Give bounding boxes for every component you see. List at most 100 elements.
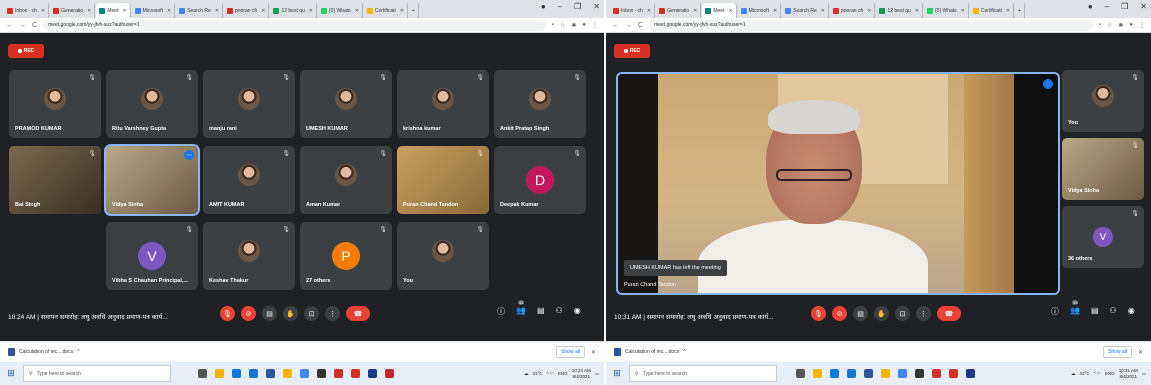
close-tab-icon[interactable]: ✕	[261, 8, 265, 14]
close-tab-icon[interactable]: ✕	[867, 8, 871, 14]
camera-off-button[interactable]: ⊘	[832, 306, 847, 321]
new-tab-button[interactable]: +	[1015, 3, 1025, 18]
more-options-button[interactable]: ⋮	[325, 306, 340, 321]
browser-tab[interactable]: pooran ch ✕	[224, 3, 270, 18]
bookmark-star-icon[interactable]: ☆	[1107, 22, 1112, 29]
edge-icon[interactable]	[232, 369, 241, 378]
raise-hand-button[interactable]: ✋	[874, 306, 889, 321]
camera-off-button[interactable]: ⊘	[241, 306, 256, 321]
participant-tile[interactable]: 🎙 UMESH KUMAR	[300, 70, 392, 138]
puzzle-icon[interactable]: ✱	[1118, 22, 1123, 29]
participant-tile[interactable]: 🎙 manju rani	[203, 70, 295, 138]
shield-icon[interactable]: ◉	[1128, 306, 1135, 317]
participant-tile[interactable]: 🎙 You	[1062, 70, 1144, 132]
close-tab-icon[interactable]: ✕	[122, 8, 126, 14]
participant-tile[interactable]: ⋯ Vidya Sinha	[104, 144, 200, 216]
taskbar-search[interactable]: ⚲ Type here to search	[23, 365, 171, 382]
notification-icon[interactable]: ▭	[1142, 371, 1146, 377]
app-icon[interactable]	[881, 369, 890, 378]
url-field[interactable]: meet.google.com/yy-jfvh-suz?authuser=1	[649, 19, 1093, 31]
weather-icon[interactable]: ☁	[1071, 371, 1076, 377]
restore-button[interactable]: ❐	[574, 2, 581, 11]
close-tab-icon[interactable]: ✕	[821, 8, 825, 14]
present-button[interactable]: ⊡	[304, 306, 319, 321]
app-icon[interactable]	[351, 369, 360, 378]
browser-tab[interactable]: Microsoft ✕	[132, 3, 176, 18]
close-window-button[interactable]: ✕	[1140, 2, 1147, 11]
participant-tile[interactable]: 🎙 Aman Kumar	[300, 146, 392, 214]
close-downloads-icon[interactable]: ✕	[591, 349, 596, 356]
info-icon[interactable]: ⓘ	[1051, 306, 1059, 317]
download-item[interactable]: Calculation of inc....docx ^	[614, 348, 686, 356]
browser-tab[interactable]: Meet ✕	[702, 3, 737, 18]
clock[interactable]: 10:24 AM 8/4/2021	[572, 368, 591, 380]
close-tab-icon[interactable]: ✕	[915, 8, 919, 14]
app-icon[interactable]	[334, 369, 343, 378]
close-tab-icon[interactable]: ✕	[1006, 8, 1010, 14]
mail-icon[interactable]	[249, 369, 258, 378]
close-tab-icon[interactable]: ✕	[400, 8, 404, 14]
browser-tab[interactable]: Generatio ✕	[656, 3, 702, 18]
close-tab-icon[interactable]: ✕	[215, 8, 219, 14]
close-tab-icon[interactable]: ✕	[728, 8, 732, 14]
task-view-icon[interactable]	[796, 369, 805, 378]
edge-icon[interactable]	[830, 369, 839, 378]
task-view-icon[interactable]	[198, 369, 207, 378]
participant-tile[interactable]: P 🎙 27 others	[300, 222, 392, 290]
extension-icon[interactable]: ▪	[1099, 22, 1101, 28]
speaker-video[interactable]: ⋮ UMESH KUMAR has left the meeting Puran…	[616, 72, 1060, 295]
browser-tab[interactable]: Search Re ✕	[176, 3, 223, 18]
notification-icon[interactable]: ▭	[595, 371, 599, 377]
app-icon[interactable]	[915, 369, 924, 378]
activities-icon[interactable]: ⚇	[1110, 306, 1117, 317]
network-icon[interactable]: ^ ⚐	[547, 371, 554, 377]
mic-off-button[interactable]: 🎙	[220, 306, 235, 321]
windows-start-icon[interactable]: ⊞	[610, 368, 624, 379]
leave-call-button[interactable]: ☎	[346, 306, 370, 321]
back-button[interactable]: ←	[6, 22, 13, 29]
close-downloads-icon[interactable]: ✕	[1138, 349, 1143, 356]
app-icon[interactable]	[949, 369, 958, 378]
download-item[interactable]: Calculation of inc....docx ^	[8, 348, 80, 356]
more-options-button[interactable]: ⋮	[916, 306, 931, 321]
chrome-icon[interactable]	[898, 369, 907, 378]
close-tab-icon[interactable]: ✕	[41, 8, 45, 14]
close-tab-icon[interactable]: ✕	[773, 8, 777, 14]
captions-button[interactable]: ▤	[853, 306, 868, 321]
profile-icon[interactable]: ●	[1088, 2, 1093, 11]
back-button[interactable]: ←	[612, 22, 619, 29]
browser-tab[interactable]: 12 best qu ✕	[270, 3, 317, 18]
close-tab-icon[interactable]: ✕	[167, 8, 171, 14]
browser-tab[interactable]: (0) Whats ✕	[318, 3, 363, 18]
browser-tab[interactable]: pooran ch ✕	[830, 3, 876, 18]
app-icon[interactable]	[317, 369, 326, 378]
store-icon[interactable]	[864, 369, 873, 378]
show-all-button[interactable]: Show all	[1103, 346, 1132, 358]
shield-icon[interactable]: ◉	[574, 306, 581, 317]
network-icon[interactable]: ^ ⚐	[1094, 371, 1101, 377]
browser-tab[interactable]: Meet ✕	[96, 3, 131, 18]
mail-icon[interactable]	[847, 369, 856, 378]
file-explorer-icon[interactable]	[215, 369, 224, 378]
mic-off-button[interactable]: 🎙	[811, 306, 826, 321]
browser-tab[interactable]: Search Re ✕	[782, 3, 829, 18]
forward-button[interactable]: →	[19, 22, 26, 29]
taskbar-search[interactable]: ⚲ Type here to search	[629, 365, 777, 382]
browser-tab[interactable]: Inbox - ch ✕	[4, 3, 50, 18]
reload-button[interactable]: C	[32, 22, 37, 29]
windows-start-icon[interactable]: ⊞	[4, 368, 18, 379]
show-all-button[interactable]: Show all	[556, 346, 585, 358]
activities-icon[interactable]: ⚇	[556, 306, 563, 317]
bookmark-star-icon[interactable]: ☆	[560, 22, 565, 29]
participant-tile[interactable]: D 🎙 Deepak Kumar	[494, 146, 586, 214]
puzzle-icon[interactable]: ✱	[571, 22, 576, 29]
participant-tile[interactable]: 🎙 PRAMOD KUMAR	[9, 70, 101, 138]
participant-tile[interactable]: 🎙 Bal Singh	[9, 146, 101, 214]
participant-tile[interactable]: V 🎙 36 others	[1062, 206, 1144, 268]
forward-button[interactable]: →	[625, 22, 632, 29]
participant-tile[interactable]: 🎙 krishna kumar	[397, 70, 489, 138]
close-tab-icon[interactable]: ✕	[309, 8, 313, 14]
app-icon[interactable]	[283, 369, 292, 378]
participant-tile[interactable]: 🎙 Keshav Thakur	[203, 222, 295, 290]
more-options-icon[interactable]: ⋯	[184, 150, 194, 160]
